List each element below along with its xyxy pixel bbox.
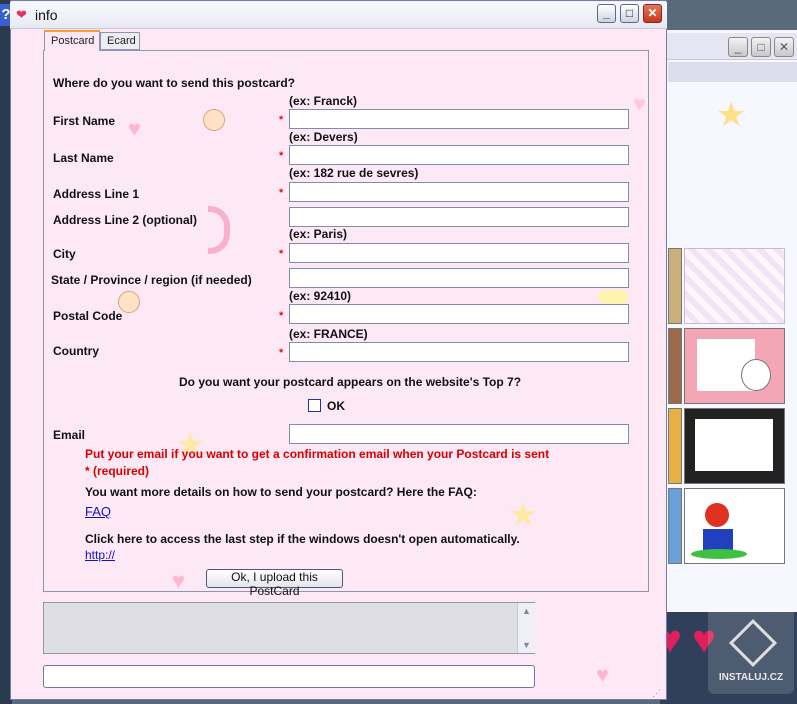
background-minimize-button[interactable]: _ — [728, 37, 748, 57]
platform-icon — [691, 549, 747, 559]
last-name-input[interactable] — [289, 145, 629, 165]
upload-postcard-button[interactable]: Ok, I upload this PostCard — [206, 569, 343, 598]
city-hint: (ex: Paris) — [289, 227, 348, 241]
required-mark: * — [279, 114, 284, 126]
form-question: Where do you want to send this postcard? — [53, 76, 296, 90]
thumbnail-partial[interactable] — [668, 248, 682, 324]
email-input[interactable] — [289, 424, 629, 444]
heart-decoration: ♥ — [128, 116, 142, 141]
minimize-button[interactable]: _ — [597, 4, 616, 23]
thumbnail-frame-hello-kitty[interactable] — [684, 328, 785, 404]
tab-postcard[interactable]: Postcard — [44, 30, 100, 51]
email-note: Put your email if you want to get a conf… — [85, 447, 550, 461]
face-decoration — [203, 109, 225, 131]
star-decoration: ★ — [508, 496, 539, 534]
kitty-icon — [741, 359, 771, 391]
watermark-icon — [728, 618, 778, 668]
first-name-input[interactable] — [289, 109, 629, 129]
state-input[interactable] — [289, 268, 629, 288]
thumbnail-mario[interactable] — [684, 488, 785, 564]
heart-icon: ❤ — [16, 7, 27, 22]
mario-icon — [705, 503, 729, 527]
maximize-button[interactable]: □ — [620, 4, 639, 23]
address1-hint: (ex: 182 rue de sevres) — [289, 166, 419, 180]
required-mark: * — [279, 310, 284, 322]
watermark-logo: INSTALUJ.CZ — [708, 606, 794, 694]
first-name-label: First Name — [53, 114, 116, 128]
address2-label: Address Line 2 (optional) — [53, 213, 198, 227]
log-textarea[interactable] — [43, 602, 535, 654]
last-name-label: Last Name — [53, 151, 114, 165]
star-decoration: ★ — [716, 96, 747, 134]
scroll-up-icon[interactable]: ▲ — [518, 603, 535, 619]
thumbnail-partial[interactable] — [668, 328, 682, 404]
cloud-decoration — [598, 290, 628, 304]
top7-checkbox-label[interactable]: OK — [327, 399, 345, 413]
required-note: * (required) — [85, 464, 150, 478]
required-mark: * — [279, 248, 284, 260]
last-step-link[interactable]: http:// — [85, 548, 115, 562]
faq-link[interactable]: FAQ — [85, 504, 111, 519]
thumbnail-partial[interactable] — [668, 408, 682, 484]
background-toolbar — [668, 62, 797, 82]
top7-question: Do you want your postcard appears on the… — [179, 375, 522, 389]
city-label: City — [53, 247, 76, 261]
country-input[interactable] — [289, 342, 629, 362]
tab-ecard[interactable]: Ecard — [100, 32, 140, 50]
required-mark: * — [279, 150, 284, 162]
window-titlebar[interactable] — [10, 2, 667, 29]
faq-text: You want more details on how to send you… — [85, 485, 477, 499]
state-label: State / Province / region (if needed) — [51, 273, 252, 287]
required-mark: * — [279, 347, 284, 359]
first-name-hint: (ex: Franck) — [289, 94, 358, 108]
city-input[interactable] — [289, 243, 629, 263]
last-name-hint: (ex: Devers) — [289, 130, 358, 144]
heart-decoration: ♥ — [633, 91, 647, 116]
country-label: Country — [53, 344, 99, 358]
watermark-text: INSTALUJ.CZ — [718, 672, 784, 683]
thumbnail-frame-dark[interactable] — [684, 408, 785, 484]
thumbnail-frame-confetti[interactable] — [684, 248, 785, 324]
heart-decoration: ♥ — [596, 662, 610, 687]
postal-code-hint: (ex: 92410) — [289, 289, 352, 303]
postal-code-label: Postal Code — [53, 309, 123, 323]
log-scrollbar[interactable]: ▲ ▼ — [517, 603, 535, 653]
email-label: Email — [53, 428, 86, 442]
last-step-text: Click here to access the last step if th… — [85, 532, 520, 546]
address1-label: Address Line 1 — [53, 187, 140, 201]
address1-input[interactable] — [289, 182, 629, 202]
postal-code-input[interactable] — [289, 304, 629, 324]
top7-checkbox[interactable] — [308, 399, 321, 412]
background-close-button[interactable]: ✕ — [774, 37, 794, 57]
status-field[interactable] — [43, 665, 535, 688]
window-title: info — [35, 7, 58, 23]
heart-decoration: ♥ — [172, 568, 186, 593]
required-mark: * — [279, 187, 284, 199]
background-maximize-button[interactable]: □ — [751, 37, 771, 57]
thumbnail-partial[interactable] — [668, 488, 682, 564]
close-button[interactable]: ✕ — [643, 4, 662, 23]
thumbnail-inner — [695, 419, 773, 471]
address2-input[interactable] — [289, 207, 629, 227]
resize-grip-icon[interactable]: ⋰ — [652, 688, 664, 698]
country-hint: (ex: FRANCE) — [289, 327, 368, 341]
scroll-down-icon[interactable]: ▼ — [518, 637, 535, 653]
